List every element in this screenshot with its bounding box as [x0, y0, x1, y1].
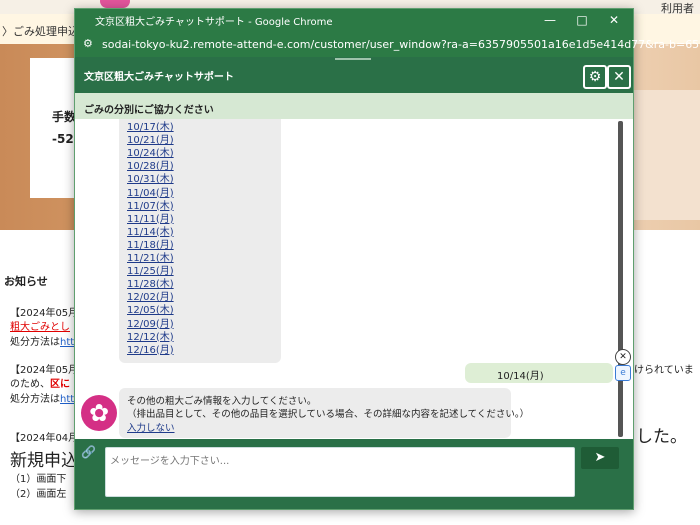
- skip-input-link[interactable]: 入力しない: [127, 420, 175, 434]
- news2-prefix: のため、: [10, 379, 50, 390]
- star-icon: ✿: [88, 399, 110, 427]
- fee-card-title: 手数: [52, 110, 77, 124]
- chat-scrollbar[interactable]: [618, 121, 623, 437]
- bot-message-bubble: その他の粗大ごみ情報を入力してください。 （排出品目として、その他の品目を選択し…: [119, 388, 529, 438]
- window-title: 文京区粗大ごみチャットサポート - Google Chrome: [95, 17, 333, 28]
- side-chat-icon[interactable]: e: [615, 365, 631, 381]
- message-input[interactable]: [105, 447, 575, 497]
- send-button[interactable]: ➤: [581, 447, 619, 469]
- date-option-link[interactable]: 12/16(月): [127, 341, 174, 356]
- new-application-heading: 新規申込: [10, 451, 78, 471]
- news1-method: 処分方法はhtt: [10, 333, 74, 348]
- news3-date: 【2024年04月: [10, 433, 79, 444]
- bot-message-line1: その他の粗大ごみ情報を入力してください。: [127, 396, 317, 407]
- news1-method-label: 処分方法は: [10, 337, 60, 348]
- settings-gear-icon[interactable]: ⚙: [583, 65, 607, 89]
- news2-method-label: 処分方法は: [10, 394, 60, 405]
- chat-title: 文京区粗大ごみチャットサポート: [84, 72, 234, 83]
- drag-handle: [335, 58, 371, 60]
- news1-link[interactable]: 粗大ごみとし: [10, 318, 70, 333]
- bot-message-line2: （排出品目として、その他の品目を選択している場合、その詳細な内容を記述してくださ…: [127, 409, 530, 420]
- minimize-icon[interactable]: —: [537, 11, 563, 29]
- news2-method: 処分方法はhtt: [10, 390, 74, 405]
- chat-popup-window: 文京区粗大ごみチャットサポート - Google Chrome — □ ✕ ⚙ …: [74, 8, 700, 510]
- chat-messages[interactable]: 10/17(木) 10/21(月) 10/24(木) 10/28(月) 10/31(木)…: [75, 119, 619, 439]
- side-close-icon[interactable]: ✕: [615, 349, 631, 365]
- news2-date: 【2024年05月: [10, 365, 79, 376]
- news2-right-text: けられていま: [634, 365, 694, 376]
- news1-date: 【2024年05月: [10, 308, 79, 319]
- background-logo: [100, 0, 130, 8]
- news2-url-link[interactable]: htt: [60, 394, 74, 405]
- step1-text: （1）画面下: [10, 474, 67, 485]
- breadcrumb-text[interactable]: 〉ごみ処理申込: [2, 23, 79, 39]
- news-heading: お知らせ: [4, 275, 48, 288]
- attachment-link-icon[interactable]: 🔗: [81, 445, 96, 459]
- address-bar[interactable]: ⚙ sodai-tokyo-ku2.remote-attend-e.com/cu…: [75, 31, 700, 57]
- message-composer: 🔗 ➤: [75, 439, 633, 509]
- site-info-icon[interactable]: ⚙: [83, 37, 93, 50]
- user-message-bubble: 10/14(月): [465, 363, 613, 383]
- user-message-text: 10/14(月): [497, 371, 544, 382]
- bot-avatar: ✿: [81, 395, 117, 431]
- window-titlebar[interactable]: 文京区粗大ごみチャットサポート - Google Chrome — □ ✕: [75, 9, 633, 31]
- news3-right-text: した。: [636, 427, 687, 447]
- close-window-icon[interactable]: ✕: [601, 11, 627, 29]
- chat-header: 文京区粗大ごみチャットサポート ⚙ ✕: [75, 57, 633, 93]
- notice-banner: ごみの分別にご協力ください: [75, 93, 633, 119]
- date-options-bubble: 10/17(木) 10/21(月) 10/24(木) 10/28(月) 10/31(木)…: [119, 119, 281, 363]
- news2-red-text: 区に: [50, 379, 70, 390]
- maximize-icon[interactable]: □: [569, 11, 595, 29]
- news2-notice: のため、区に: [10, 375, 70, 390]
- step2-text: （2）画面左: [10, 489, 67, 500]
- background-hero-right: [630, 90, 700, 220]
- notice-banner-text: ごみの分別にご協力ください: [84, 105, 214, 116]
- url-text[interactable]: sodai-tokyo-ku2.remote-attend-e.com/cust…: [102, 38, 700, 51]
- news1-url-link[interactable]: htt: [60, 337, 74, 348]
- close-chat-icon[interactable]: ✕: [607, 65, 631, 89]
